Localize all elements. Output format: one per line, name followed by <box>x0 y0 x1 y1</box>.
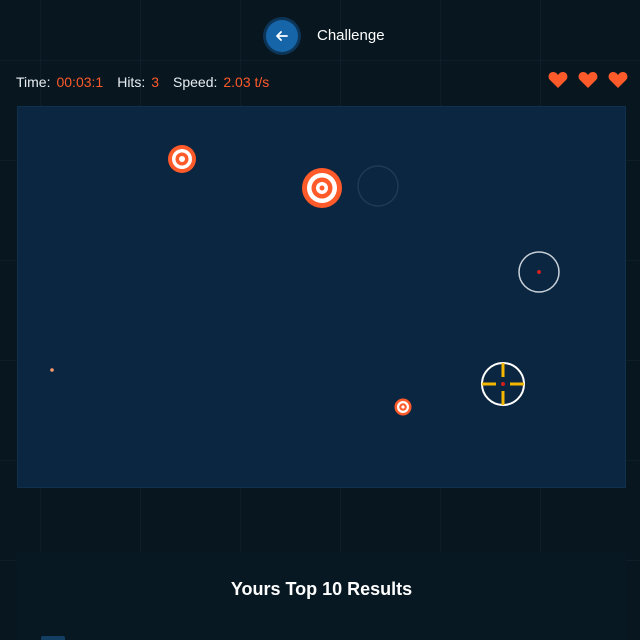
hit-marker <box>518 251 560 293</box>
speed-label: Speed: <box>173 74 218 90</box>
target[interactable] <box>302 168 342 208</box>
result-row-marker <box>41 636 65 640</box>
game-screen: Challenge Time: 00:03:1 Hits: 3 Speed: 2… <box>0 0 640 640</box>
results-panel: Yours Top 10 Results <box>17 553 626 640</box>
heart-icon <box>578 71 598 89</box>
speed-value: 2.03 t/s <box>223 74 270 90</box>
heart-icon <box>548 71 568 89</box>
header: Challenge <box>0 0 640 70</box>
target[interactable] <box>168 145 196 173</box>
lives <box>548 71 628 89</box>
back-button[interactable] <box>266 20 298 52</box>
play-area-canvas <box>50 145 560 416</box>
hits-value: 3 <box>151 74 159 90</box>
faded-target-ring <box>357 165 399 207</box>
results-title: Yours Top 10 Results <box>230 579 413 599</box>
time-value: 00:03:1 <box>56 74 104 90</box>
target[interactable] <box>394 398 412 416</box>
crosshair-icon <box>481 362 525 406</box>
page-title: Challenge <box>317 27 385 44</box>
play-area[interactable] <box>17 106 626 488</box>
time-label: Time: <box>16 74 51 90</box>
spark-dot <box>50 368 54 372</box>
arrow-left-icon <box>276 31 288 41</box>
heart-icon <box>608 71 628 89</box>
hits-label: Hits: <box>117 74 146 90</box>
stats-bar: Time: 00:03:1 Hits: 3 Speed: 2.03 t/s <box>16 73 283 91</box>
